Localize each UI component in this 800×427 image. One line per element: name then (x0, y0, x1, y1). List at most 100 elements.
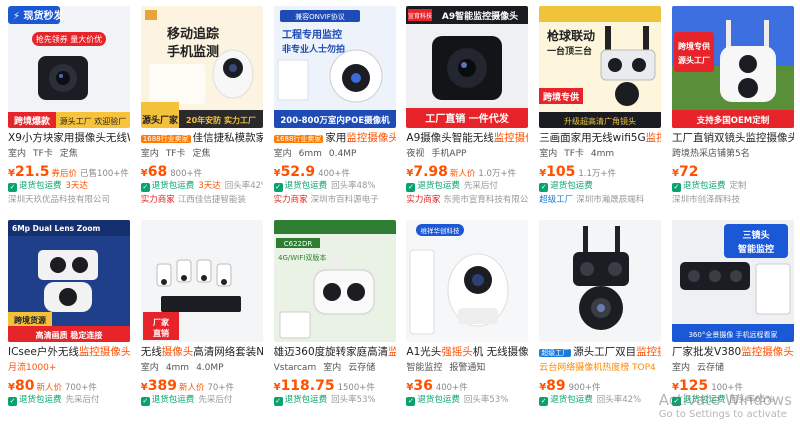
svg-text:跨境专供: 跨境专供 (678, 41, 710, 51)
product-title[interactable]: 1688行业卖家家用监控摄像头半 (273, 132, 396, 146)
product-image[interactable] (539, 220, 662, 342)
price-row: ¥21.5 券后价 已售100+件 (8, 162, 130, 179)
product-title[interactable]: 厂家批发V380监控摄像头 (672, 346, 794, 360)
product-tags: 跨境热采店铺第5名 (671, 149, 750, 159)
product-image[interactable]: 跨境专供 源头工厂 支持多国OEM定制 (671, 6, 794, 128)
product-title[interactable]: 工厂直销双镜头监控摄像头 (672, 132, 794, 146)
price-row: ¥389 新人价 70+件 (141, 376, 263, 393)
service-row: ✓ 退货包运费 回头率65% (671, 395, 774, 406)
service-row: ✓ 退货包运费 回头率53% (406, 395, 509, 406)
product-card[interactable]: 三镜头 智能监控 360°全景摄像 手机远程看家 厂家批发V380监控摄像头 室… (671, 220, 794, 426)
check-icon: ✓ (8, 397, 17, 406)
product-title[interactable]: 超级工厂源头工厂双目监控摄像头枪 (539, 346, 661, 360)
price-badge: 新人价 (179, 383, 205, 393)
check-icon: ✓ (539, 183, 549, 192)
svg-text:抢先领券 量大价优: 抢先领券 量大价优 (36, 34, 103, 44)
service-row: ✓ 退货包运费 先采后付 (140, 395, 233, 406)
shop-name[interactable]: 深圳市创泽辉科技 (672, 194, 794, 207)
svg-text:维祥华创科技: 维祥华创科技 (421, 226, 461, 235)
product-card[interactable]: 移动追踪 手机监测 源头厂家 20年安防 实力工厂 1688行业卖家 佳信捷私模款… (140, 6, 263, 212)
product-card[interactable]: C622DR 4G/WIFI双版本 雄迈360度旋转家庭高清监 Vstarcam… (273, 220, 396, 426)
price-badge: 新人价 (449, 169, 476, 179)
product-card[interactable]: 维祥华创科技 A1光头强摇头机 无线摄像 智能监控 报警通知 ¥36 400+件 ✓… (406, 220, 529, 426)
price: ¥68 (140, 164, 168, 179)
price-badge: 新人价 (36, 383, 62, 393)
price-row: ¥52.9 400+件 (274, 162, 396, 179)
price: ¥105 (539, 164, 576, 179)
price: ¥21.5 (8, 164, 50, 179)
svg-text:三镜头: 三镜头 (742, 229, 769, 241)
shop-name[interactable]: 实力商家 江西佳信捷智能装 (141, 194, 263, 207)
price: ¥7.98 (406, 164, 448, 179)
product-tags: 室内 TF卡 定焦 (8, 149, 78, 159)
product-title[interactable]: A1光头强摇头机 无线摄像 (406, 346, 528, 360)
check-icon: ✓ (406, 397, 416, 406)
product-tags: 室内 TF卡 定焦 (140, 149, 211, 159)
check-icon: ✓ (140, 397, 150, 406)
svg-text:360°全景摄像 手机远程看家: 360°全景摄像 手机远程看家 (688, 330, 777, 339)
product-image[interactable]: 兼容ONVIF协议 工程专用监控 非专业人士勿拍 200-800万室内POE摄像… (273, 6, 396, 128)
price: ¥125 (671, 378, 709, 393)
shop-name[interactable]: 实力商家 东莞市宣育科技有限公司 (406, 194, 528, 207)
product-title[interactable]: X9小方块家用摄像头无线W (8, 132, 130, 146)
price: ¥72 (671, 164, 699, 179)
price: ¥389 (140, 378, 177, 393)
product-image[interactable]: ⚡ 现货秒发 抢先领券 量大价优 跨境爆款 源头工厂 欢迎验厂 (8, 6, 130, 128)
product-image[interactable]: 三镜头 智能监控 360°全景摄像 手机远程看家 (671, 220, 794, 342)
product-tags: 室内 4mm 4.0MP (140, 363, 224, 373)
product-image[interactable]: 厂家 直销 (140, 220, 263, 342)
product-title[interactable]: 三画面家用无线wifi5G监控 (539, 132, 661, 146)
check-icon: ✓ (539, 397, 549, 406)
product-image[interactable]: 维祥华创科技 (406, 220, 529, 342)
product-card[interactable]: 超级工厂源头工厂双目监控摄像头枪 云台网络摄像机热度榜 TOP4 ¥89900+… (539, 220, 662, 426)
product-image[interactable]: 枪球联动 一台顶三台 跨境专供 升级超高清广角镜头 (539, 6, 662, 128)
svg-text:工程专用监控: 工程专用监控 (282, 28, 342, 41)
product-tags: 月流1000+ (8, 363, 57, 373)
svg-text:跨境货源: 跨境货源 (14, 315, 46, 325)
svg-text:高清画质 稳定连接: 高清画质 稳定连接 (36, 330, 103, 340)
product-tags: 夜视 手机APP (406, 149, 467, 159)
svg-text:一台顶三台: 一台顶三台 (547, 45, 592, 57)
svg-text:升级超高清广角镜头: 升级超高清广角镜头 (564, 116, 636, 126)
price-row: ¥105 1.1万+件 (539, 162, 661, 179)
check-icon: ✓ (140, 183, 150, 192)
price: ¥52.9 (273, 164, 316, 179)
svg-text:智能监控: 智能监控 (738, 243, 774, 255)
product-card[interactable]: 6Mp Dual Lens Zoom 跨境货源 高清画质 稳定连接 ICsee户… (8, 220, 130, 426)
product-image[interactable]: 6Mp Dual Lens Zoom 跨境货源 高清画质 稳定连接 (8, 220, 130, 342)
product-title[interactable]: ICsee户外无线监控摄像头 (8, 346, 130, 360)
price-row: ¥118.75 1500+件 (274, 376, 396, 393)
check-icon: ✓ (273, 183, 283, 192)
thumb-label: ⚡ 现货秒发 (13, 9, 65, 22)
sales-count: 1500+件 (337, 383, 375, 393)
service-row: ✓ 退货包运费 先采后付 (8, 395, 100, 406)
check-icon: ✓ (671, 183, 681, 192)
price-badge: 券后价 (51, 169, 78, 179)
product-card[interactable]: 宣育科技 A9智能监控摄像头 工厂直销 一件代发 A9摄像头智能无线监控摄像 夜… (406, 6, 529, 212)
svg-text:厂家: 厂家 (153, 317, 170, 327)
shop-name[interactable]: 深圳天玖优品科技有限公司 (8, 194, 130, 207)
svg-text:源头厂家: 源头厂家 (142, 114, 179, 126)
svg-text:跨境专供: 跨境专供 (543, 91, 579, 103)
price-row: ¥125 100+件 (672, 376, 794, 393)
svg-text:源头工厂: 源头工厂 (678, 55, 710, 65)
product-card[interactable]: 跨境专供 源头工厂 支持多国OEM定制 工厂直销双镜头监控摄像头 跨境热采店铺第… (671, 6, 794, 212)
product-tags: 室内 TF卡 4mm (539, 149, 615, 159)
product-card[interactable]: ⚡ 现货秒发 抢先领券 量大价优 跨境爆款 源头工厂 欢迎验厂 X9小方块家用摄… (8, 6, 130, 212)
shop-name[interactable]: 超级工厂 深圳市瀚晟辰端科 (539, 194, 661, 207)
product-image[interactable]: 宣育科技 A9智能监控摄像头 工厂直销 一件代发 (406, 6, 529, 128)
sales-count: 400+件 (435, 383, 468, 393)
product-title[interactable]: 1688行业卖家佳信捷私模款家用 (140, 132, 263, 146)
product-card[interactable]: 兼容ONVIF协议 工程专用监控 非专业人士勿拍 200-800万室内POE摄像… (273, 6, 396, 212)
product-image[interactable]: C622DR 4G/WIFI双版本 (273, 220, 396, 342)
check-icon: ✓ (406, 183, 416, 192)
product-tags: 室内 6mm 0.4MP (273, 149, 357, 159)
product-title[interactable]: 雄迈360度旋转家庭高清监 (274, 346, 396, 360)
product-title[interactable]: A9摄像头智能无线监控摄像 (406, 132, 528, 146)
product-title[interactable]: 无线摄像头高清网络套装N (141, 346, 263, 360)
product-card[interactable]: 枪球联动 一台顶三台 跨境专供 升级超高清广角镜头 三画面家用无线wifi5G监… (539, 6, 662, 212)
shop-name[interactable]: 实力商家 深圳市百科源电子 (274, 194, 396, 207)
product-card[interactable]: 厂家 直销 无线摄像头高清网络套装N 室内 4mm 4.0MP ¥389 新人价 70+… (140, 220, 263, 426)
product-image[interactable]: 移动追踪 手机监测 源头厂家 20年安防 实力工厂 (140, 6, 263, 128)
sales-count: 800+件 (170, 169, 203, 179)
